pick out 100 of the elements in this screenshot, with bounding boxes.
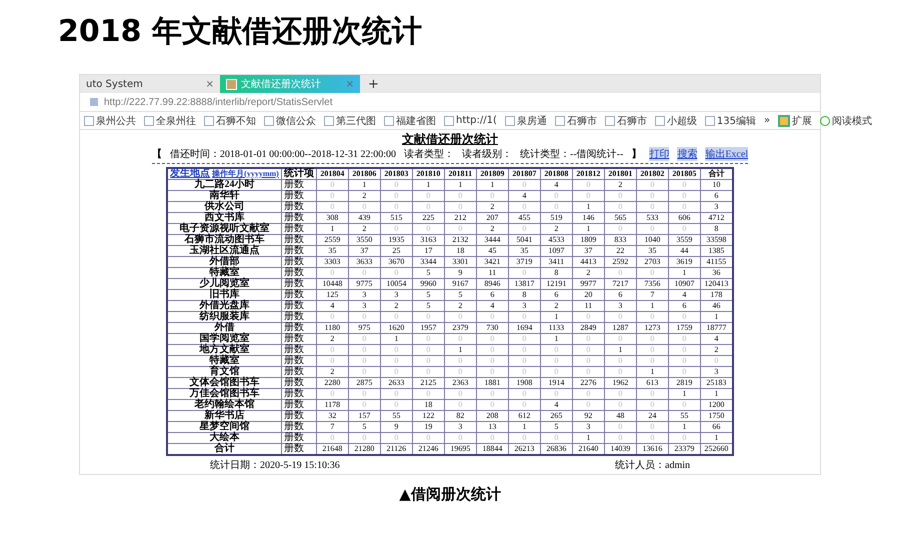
- table-cell: 1273: [636, 322, 668, 334]
- table-cell: 0: [476, 356, 508, 366]
- header-link[interactable]: 发生地点: [170, 168, 210, 179]
- table-cell: 975: [348, 322, 380, 334]
- table-cell: 0: [636, 202, 668, 212]
- bookmark-item[interactable]: 小超级: [654, 114, 697, 128]
- table-cell: 0: [412, 224, 444, 234]
- address-field[interactable]: http://222.77.99.22:8888/interlib/report/StatisServlet: [104, 96, 332, 108]
- table-cell: 3301: [444, 256, 476, 268]
- report-user: 统计人员：admin: [615, 458, 690, 472]
- table-cell: 4: [540, 180, 572, 190]
- table-cell: 0: [476, 334, 508, 344]
- table-cell: 6: [604, 290, 636, 300]
- table-cell: 3444: [476, 234, 508, 246]
- table-cell: 特藏室: [167, 268, 282, 278]
- header-link[interactable]: 操作年月(yyyymm): [212, 169, 279, 178]
- table-cell: 18: [444, 246, 476, 256]
- table-cell: 1: [508, 422, 540, 432]
- action-link[interactable]: 输出Excel: [705, 147, 748, 161]
- table-cell: 0: [604, 356, 636, 366]
- table-cell: 6: [476, 290, 508, 300]
- table-cell: 1180: [316, 322, 348, 334]
- table-cell: 8946: [476, 278, 508, 290]
- table-cell: 0: [668, 190, 700, 202]
- table-cell: 8: [540, 268, 572, 278]
- table-cell: 册数: [281, 344, 316, 356]
- table-cell: 0: [348, 268, 380, 278]
- table-cell: 1: [700, 432, 733, 444]
- table-cell: 册数: [281, 246, 316, 256]
- column-header: 201812: [572, 168, 604, 180]
- table-cell: 九二路24小时: [167, 180, 282, 190]
- bookmark-item[interactable]: 福建省图: [384, 114, 436, 128]
- table-cell: 册数: [281, 388, 316, 400]
- bookmark-item[interactable]: 泉州公共: [84, 114, 136, 128]
- table-cell: 45: [476, 246, 508, 256]
- table-cell: 0: [380, 268, 412, 278]
- table-cell: 少儿阅览室: [167, 278, 282, 290]
- table-cell: 7356: [636, 278, 668, 290]
- table-cell: 0: [412, 388, 444, 400]
- table-cell: 0: [380, 190, 412, 202]
- table-cell: 225: [412, 212, 444, 224]
- table-cell: 3: [508, 300, 540, 312]
- bookmark-item[interactable]: 石狮市: [554, 114, 597, 128]
- table-cell: 3: [444, 422, 476, 432]
- table-cell: 2: [316, 366, 348, 378]
- table-cell: 5: [348, 422, 380, 432]
- reading-mode-button[interactable]: 阅读模式: [820, 114, 872, 128]
- table-cell: 0: [412, 202, 444, 212]
- table-cell: 9960: [412, 278, 444, 290]
- table-cell: 2875: [348, 378, 380, 388]
- close-icon[interactable]: ×: [206, 78, 214, 90]
- table-cell: 0: [604, 432, 636, 444]
- filter-label: 借还时间：2018-01-01 00:00:00--2018-12-31 22:00:00: [170, 148, 396, 161]
- table-cell: 1: [668, 268, 700, 278]
- table-cell: 0: [636, 388, 668, 400]
- table-cell: 0: [316, 432, 348, 444]
- table-cell: 5041: [508, 234, 540, 246]
- action-link[interactable]: 搜索: [677, 147, 698, 161]
- table-cell: 0: [476, 344, 508, 356]
- table-cell: 19: [412, 422, 444, 432]
- table-cell: 6: [668, 300, 700, 312]
- bookmark-item[interactable]: 微信公众: [264, 114, 316, 128]
- table-cell: 0: [572, 356, 604, 366]
- slide-title: 2018 年文献借还册次统计: [58, 13, 422, 51]
- more-bookmarks-button[interactable]: »: [764, 115, 770, 126]
- bookmark-item[interactable]: 泉房通: [504, 114, 547, 128]
- new-tab-button[interactable]: +: [360, 76, 387, 92]
- table-cell: 0: [540, 366, 572, 378]
- table-cell: 82: [444, 410, 476, 422]
- table-cell: 玉湖社区流通点: [167, 246, 282, 256]
- table-cell: 旧书库: [167, 290, 282, 300]
- table-cell: 2: [540, 300, 572, 312]
- bookmark-item[interactable]: 石狮不知: [204, 114, 256, 128]
- table-cell: 0: [348, 334, 380, 344]
- table-cell: 11: [572, 300, 604, 312]
- table-cell: 519: [540, 212, 572, 224]
- action-link[interactable]: 打印: [649, 147, 670, 161]
- table-cell: 0: [604, 224, 636, 234]
- bookmark-item[interactable]: 135编辑: [704, 114, 756, 128]
- table-cell: 册数: [281, 432, 316, 444]
- table-cell: 0: [636, 180, 668, 190]
- table-cell: 0: [412, 334, 444, 344]
- table-cell: 44: [668, 246, 700, 256]
- bookmark-item[interactable]: 石狮市: [604, 114, 647, 128]
- bookmark-item[interactable]: 第三代图: [324, 114, 376, 128]
- table-cell: 533: [636, 212, 668, 224]
- bookmark-item[interactable]: 全泉州往: [144, 114, 196, 128]
- extensions-button[interactable]: 扩展: [778, 114, 812, 128]
- table-cell: 0: [380, 400, 412, 410]
- browser-tab[interactable]: uto System ×: [80, 75, 220, 93]
- table-cell: 0: [316, 344, 348, 356]
- table-cell: 1759: [668, 322, 700, 334]
- bookmark-item[interactable]: http://1(: [444, 115, 497, 126]
- table-cell: 册数: [281, 256, 316, 268]
- table-cell: 55: [380, 410, 412, 422]
- table-cell: 32: [316, 410, 348, 422]
- table-cell: 1750: [700, 410, 733, 422]
- table-cell: 册数: [281, 212, 316, 224]
- table-cell: 1287: [604, 322, 636, 334]
- table-cell: 0: [508, 312, 540, 322]
